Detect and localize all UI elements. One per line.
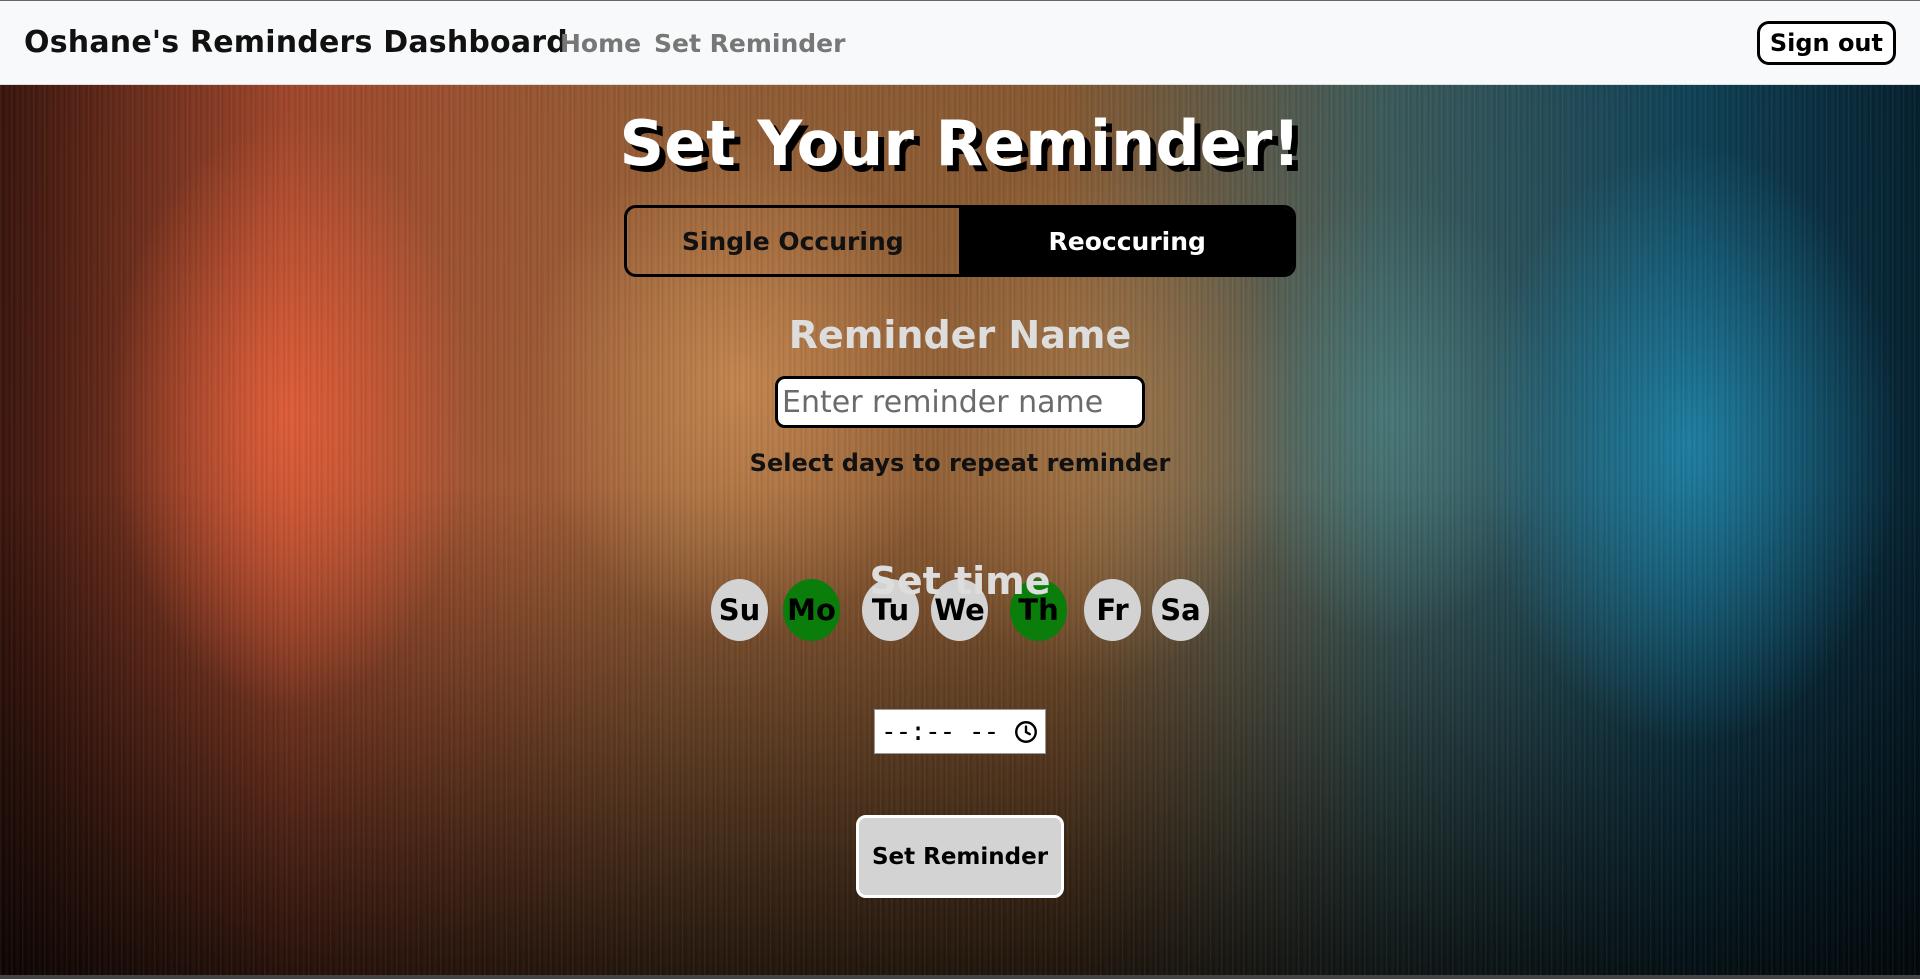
nav-link-home[interactable]: Home [560, 29, 641, 58]
clock-icon[interactable] [1013, 719, 1039, 745]
bottom-divider [0, 975, 1920, 979]
brand-title[interactable]: Oshane's Reminders Dashboard [24, 25, 568, 60]
occurrence-toggle: Single Occuring Reoccuring [624, 205, 1296, 277]
page-title: Set Your Reminder! [619, 107, 1301, 180]
top-navbar: Oshane's Reminders Dashboard Home Set Re… [0, 0, 1920, 85]
nav-link-set-reminder[interactable]: Set Reminder [654, 29, 845, 58]
sign-out-button[interactable]: Sign out [1756, 21, 1896, 65]
time-input-value: --:-- -- [881, 716, 999, 747]
toggle-single-occuring[interactable]: Single Occuring [627, 208, 962, 274]
days-prompt: Select days to repeat reminder [749, 449, 1171, 477]
set-reminder-button[interactable]: Set Reminder [856, 815, 1064, 898]
set-time-label: Set time [869, 559, 1051, 603]
toggle-reoccuring[interactable]: Reoccuring [961, 208, 1293, 274]
reminder-name-label: Reminder Name [788, 313, 1132, 357]
time-input[interactable]: --:-- -- [874, 709, 1046, 754]
reminder-form-section: Set Your Reminder! Single Occuring Reocc… [0, 85, 1920, 975]
reminder-name-input[interactable] [775, 376, 1145, 428]
